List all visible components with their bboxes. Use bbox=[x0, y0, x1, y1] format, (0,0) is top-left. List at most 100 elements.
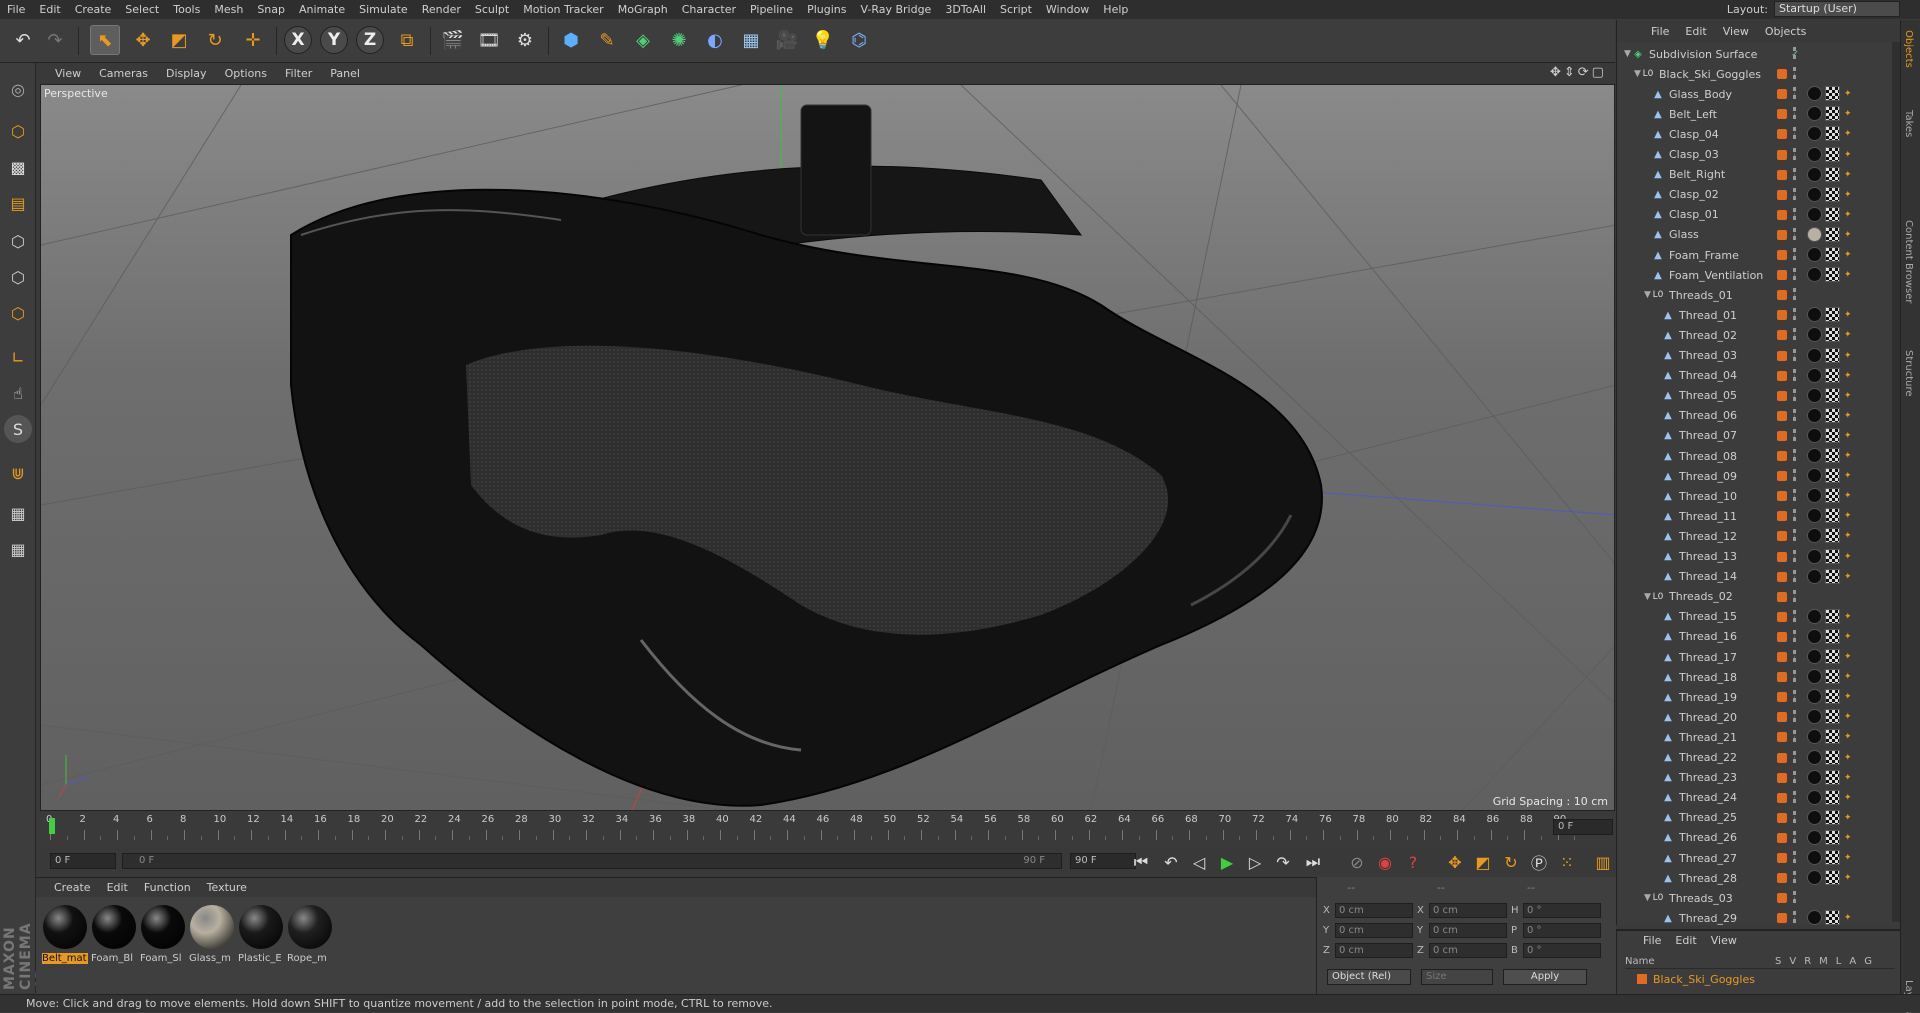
uvw-tag-icon[interactable] bbox=[1825, 809, 1840, 825]
object-row[interactable]: ▼ L0 Black_Ski_Goggles bbox=[1617, 64, 1895, 84]
cloner-icon[interactable]: ✺ bbox=[664, 25, 694, 55]
material-tag-icon[interactable] bbox=[1807, 870, 1822, 886]
menu-pipeline[interactable]: Pipeline bbox=[743, 0, 800, 19]
visibility-dots-icon[interactable] bbox=[1793, 690, 1796, 703]
next-key-icon[interactable]: ↷ bbox=[1272, 851, 1294, 873]
material-swatch[interactable]: Glass_m bbox=[189, 903, 235, 964]
phong-tag-icon[interactable]: ✦ bbox=[1844, 230, 1852, 240]
layer-color-dot[interactable] bbox=[1777, 491, 1787, 502]
menu-snap[interactable]: Snap bbox=[250, 0, 292, 19]
visibility-dots-icon[interactable] bbox=[1793, 529, 1796, 542]
visibility-dots-icon[interactable] bbox=[1793, 107, 1796, 120]
menu-v-ray-bridge[interactable]: V-Ray Bridge bbox=[853, 0, 938, 19]
uvw-tag-icon[interactable] bbox=[1825, 327, 1840, 343]
visibility-dots-icon[interactable] bbox=[1793, 127, 1796, 140]
planar-workplane-icon[interactable]: ▦ bbox=[4, 535, 32, 563]
layer-color-dot[interactable] bbox=[1777, 832, 1787, 843]
layer-color-dot[interactable] bbox=[1777, 250, 1787, 260]
visibility-dots-icon[interactable] bbox=[1793, 469, 1796, 482]
phong-tag-icon[interactable]: ✦ bbox=[1844, 129, 1852, 139]
uvw-tag-icon[interactable] bbox=[1825, 468, 1840, 484]
phong-tag-icon[interactable]: ✦ bbox=[1844, 753, 1852, 763]
layer-color-dot[interactable] bbox=[1777, 611, 1787, 622]
layer-color-dot[interactable] bbox=[1777, 109, 1787, 120]
material-tag-icon[interactable] bbox=[1807, 608, 1822, 624]
x-axis-button[interactable]: X bbox=[284, 26, 312, 54]
layer-color-dot[interactable] bbox=[1777, 652, 1787, 662]
layer-color-dot[interactable] bbox=[1777, 370, 1787, 381]
visibility-dots-icon[interactable] bbox=[1793, 67, 1796, 80]
material-menu-function[interactable]: Function bbox=[136, 881, 199, 894]
object-row[interactable]: ▲ Thread_26 ✦ bbox=[1617, 828, 1895, 848]
phong-tag-icon[interactable]: ✦ bbox=[1844, 672, 1852, 682]
material-tag-icon[interactable] bbox=[1807, 749, 1822, 765]
object-row[interactable]: ▼ L0 Threads_01 bbox=[1617, 285, 1895, 305]
uvw-tag-icon[interactable] bbox=[1825, 669, 1840, 685]
material-tag-icon[interactable] bbox=[1807, 850, 1822, 865]
rotate-tool-icon[interactable]: ↻ bbox=[200, 25, 230, 55]
menu-render[interactable]: Render bbox=[415, 0, 468, 19]
visibility-dots-icon[interactable] bbox=[1793, 408, 1796, 421]
visibility-dots-icon[interactable] bbox=[1793, 268, 1796, 281]
material-tag-icon[interactable] bbox=[1807, 307, 1822, 323]
python-icon[interactable]: ⌬ bbox=[844, 25, 874, 55]
object-row[interactable]: ▲ Thread_09 ✦ bbox=[1617, 466, 1895, 486]
object-row[interactable]: ▲ Thread_24 ✦ bbox=[1617, 788, 1895, 808]
visibility-dots-icon[interactable] bbox=[1793, 509, 1796, 522]
object-row[interactable]: ▲ Thread_10 ✦ bbox=[1617, 486, 1895, 506]
uvw-tag-icon[interactable] bbox=[1825, 146, 1840, 162]
layer-color-dot[interactable] bbox=[1777, 792, 1787, 803]
material-menu-texture[interactable]: Texture bbox=[199, 881, 255, 894]
object-manager-scrollbar[interactable] bbox=[1892, 42, 1900, 922]
menu-animate[interactable]: Animate bbox=[292, 0, 352, 19]
object-row[interactable]: ▲ Thread_14 ✦ bbox=[1617, 567, 1895, 587]
visibility-dots-icon[interactable] bbox=[1793, 227, 1796, 240]
lock-workplane-icon[interactable]: ▦ bbox=[4, 499, 32, 527]
object-row[interactable]: ▲ Thread_15 ✦ bbox=[1617, 607, 1895, 627]
layer-color-dot[interactable] bbox=[1777, 451, 1787, 461]
visibility-dots-icon[interactable] bbox=[1793, 911, 1796, 924]
uvw-tag-icon[interactable] bbox=[1825, 528, 1840, 544]
move-tool-icon[interactable]: ✥ bbox=[128, 25, 158, 55]
uvw-tag-icon[interactable] bbox=[1825, 649, 1840, 664]
uvw-tag-icon[interactable] bbox=[1825, 769, 1840, 785]
select-tool-icon[interactable]: ⬉ bbox=[90, 25, 120, 55]
next-frame-icon[interactable]: ▷ bbox=[1244, 851, 1266, 873]
timeline-playhead[interactable] bbox=[49, 818, 55, 834]
uvw-tag-icon[interactable] bbox=[1825, 488, 1840, 504]
expand-arrow-icon[interactable]: ▼ bbox=[1633, 69, 1642, 79]
phong-tag-icon[interactable]: ✦ bbox=[1844, 692, 1852, 702]
phong-tag-icon[interactable]: ✦ bbox=[1844, 793, 1852, 803]
previous-key-icon[interactable]: ↶ bbox=[1160, 851, 1182, 873]
visibility-dots-icon[interactable] bbox=[1793, 187, 1796, 200]
current-frame-field[interactable]: 0 F bbox=[1553, 819, 1613, 835]
visibility-dots-icon[interactable] bbox=[1793, 710, 1796, 723]
material-tag-icon[interactable] bbox=[1807, 809, 1822, 825]
visibility-dots-icon[interactable] bbox=[1793, 207, 1796, 220]
coord-mode-dropdown[interactable]: Object (Rel) bbox=[1327, 969, 1411, 985]
uvw-tag-icon[interactable] bbox=[1825, 850, 1840, 865]
layer-color-dot[interactable] bbox=[1777, 913, 1787, 924]
uvw-tag-icon[interactable] bbox=[1825, 829, 1840, 845]
object-row[interactable]: ▲ Thread_06 ✦ bbox=[1617, 406, 1895, 426]
phong-tag-icon[interactable]: ✦ bbox=[1844, 310, 1852, 320]
redo-icon[interactable]: ↷ bbox=[40, 25, 70, 55]
expand-arrow-icon[interactable]: ▼ bbox=[1623, 49, 1632, 59]
visibility-dots-icon[interactable] bbox=[1793, 549, 1796, 562]
phong-tag-icon[interactable]: ✦ bbox=[1844, 853, 1852, 863]
phong-tag-icon[interactable]: ✦ bbox=[1844, 471, 1852, 481]
visibility-dots-icon[interactable] bbox=[1793, 830, 1796, 843]
layer-color-dot[interactable] bbox=[1777, 310, 1787, 321]
viewport-nav-icons[interactable]: ✥⇕⟳▢ bbox=[1550, 65, 1607, 80]
menu-plugins[interactable]: Plugins bbox=[800, 0, 853, 19]
spline-pen-icon[interactable]: ✎ bbox=[592, 25, 622, 55]
material-tag-icon[interactable] bbox=[1807, 910, 1822, 926]
object-row[interactable]: ▲ Thread_17 ✦ bbox=[1617, 647, 1895, 667]
object-row[interactable]: ▲ Thread_05 ✦ bbox=[1617, 386, 1895, 406]
material-tag-icon[interactable] bbox=[1807, 829, 1822, 845]
play-icon[interactable]: ▶ bbox=[1216, 851, 1238, 873]
phong-tag-icon[interactable]: ✦ bbox=[1844, 451, 1852, 461]
uvw-tag-icon[interactable] bbox=[1825, 508, 1840, 524]
coord-value-field[interactable]: 0 cm bbox=[1429, 943, 1507, 958]
phong-tag-icon[interactable]: ✦ bbox=[1844, 833, 1852, 843]
